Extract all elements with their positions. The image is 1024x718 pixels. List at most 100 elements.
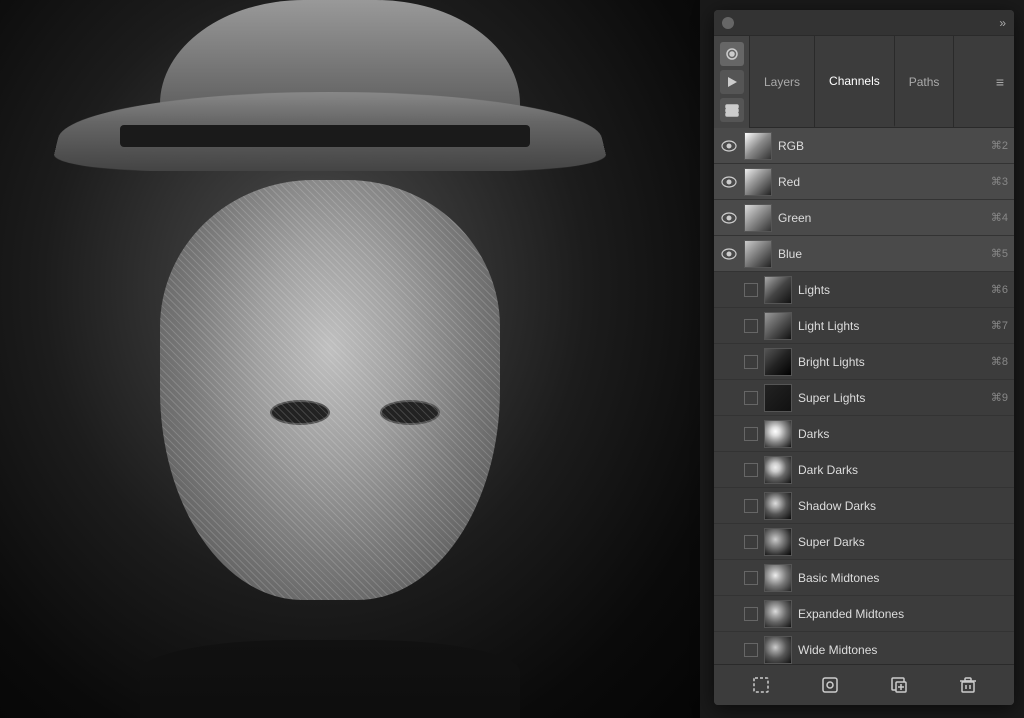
visibility-eye-super-lights[interactable] bbox=[720, 391, 738, 405]
layers-icon[interactable] bbox=[720, 98, 744, 122]
channel-label-red: Red bbox=[778, 175, 985, 189]
channel-row-bright-lights[interactable]: Bright Lights ⌘8 bbox=[714, 344, 1014, 380]
visibility-eye-light-lights[interactable] bbox=[720, 319, 738, 333]
channel-thumb-red bbox=[744, 168, 772, 196]
visibility-eye-basic-midtones[interactable] bbox=[720, 571, 738, 585]
channel-label-super-darks: Super Darks bbox=[798, 535, 1002, 549]
visibility-eye-green[interactable] bbox=[720, 211, 738, 225]
panel-header-row: Layers Channels Paths ≡ bbox=[714, 36, 1014, 128]
new-icon bbox=[890, 676, 908, 694]
channel-label-blue: Blue bbox=[778, 247, 985, 261]
visibility-eye-rgb[interactable] bbox=[720, 139, 738, 153]
channel-label-wide-midtones: Wide Midtones bbox=[798, 643, 1002, 657]
collapse-button[interactable]: » bbox=[999, 16, 1006, 30]
channels-panel: » bbox=[714, 10, 1014, 705]
channel-row-super-lights[interactable]: Super Lights⌘9 bbox=[714, 380, 1014, 416]
channel-checkbox-shadow-darks[interactable] bbox=[744, 499, 758, 513]
channel-thumb-expanded-midtones bbox=[764, 600, 792, 628]
eye-svg bbox=[721, 176, 737, 188]
channel-row-darks[interactable]: Darks bbox=[714, 416, 1014, 452]
channel-label-dark-darks: Dark Darks bbox=[798, 463, 1002, 477]
channel-thumb-lights bbox=[764, 276, 792, 304]
save-channel-button[interactable] bbox=[818, 673, 842, 697]
channel-row-blue[interactable]: Blue⌘5 bbox=[714, 236, 1014, 272]
channel-row-light-lights[interactable]: Light Lights ⌘7 bbox=[714, 308, 1014, 344]
visibility-eye-blue[interactable] bbox=[720, 247, 738, 261]
channel-row-basic-midtones[interactable]: Basic Midtones bbox=[714, 560, 1014, 596]
channel-thumb-basic-midtones bbox=[764, 564, 792, 592]
channel-label-bright-lights: Bright Lights bbox=[798, 355, 985, 369]
channel-row-lights[interactable]: Lights⌘6 bbox=[714, 272, 1014, 308]
visibility-eye-shadow-darks[interactable] bbox=[720, 499, 738, 513]
channel-shortcut-light-lights: ⌘7 bbox=[991, 319, 1008, 332]
channel-label-basic-midtones: Basic Midtones bbox=[798, 571, 1002, 585]
visibility-eye-darks[interactable] bbox=[720, 427, 738, 441]
eye-svg bbox=[721, 140, 737, 152]
channel-checkbox-basic-midtones[interactable] bbox=[744, 571, 758, 585]
channel-shortcut-bright-lights: ⌘8 bbox=[991, 355, 1008, 368]
channels-list: RGB ⌘2 Red ⌘3 Green ⌘4 Blue⌘5 Lights⌘6 Ligh… bbox=[714, 128, 1014, 664]
play-icon[interactable] bbox=[720, 70, 744, 94]
channel-checkbox-super-lights[interactable] bbox=[744, 391, 758, 405]
channel-label-expanded-midtones: Expanded Midtones bbox=[798, 607, 1002, 621]
channel-checkbox-wide-midtones[interactable] bbox=[744, 643, 758, 657]
eye-svg bbox=[721, 248, 737, 260]
channel-checkbox-light-lights[interactable] bbox=[744, 319, 758, 333]
panel-menu-button[interactable]: ≡ bbox=[986, 36, 1014, 127]
selection-icon bbox=[752, 676, 770, 694]
channel-shortcut-red: ⌘3 bbox=[991, 175, 1008, 188]
tabs-bar: Layers Channels Paths ≡ bbox=[750, 36, 1014, 128]
channel-label-green: Green bbox=[778, 211, 985, 225]
channel-thumb-dark-darks bbox=[764, 456, 792, 484]
new-channel-button[interactable] bbox=[887, 673, 911, 697]
channel-checkbox-dark-darks[interactable] bbox=[744, 463, 758, 477]
mask-icon[interactable] bbox=[720, 42, 744, 66]
channel-row-shadow-darks[interactable]: Shadow Darks bbox=[714, 488, 1014, 524]
channel-row-green[interactable]: Green ⌘4 bbox=[714, 200, 1014, 236]
channel-row-rgb[interactable]: RGB ⌘2 bbox=[714, 128, 1014, 164]
channel-label-darks: Darks bbox=[798, 427, 1002, 441]
visibility-eye-dark-darks[interactable] bbox=[720, 463, 738, 477]
selection-button[interactable] bbox=[749, 673, 773, 697]
mask-svg bbox=[724, 46, 740, 62]
hat-band bbox=[120, 125, 530, 147]
channel-row-wide-midtones[interactable]: Wide Midtones bbox=[714, 632, 1014, 664]
hatch-overlay bbox=[160, 180, 500, 600]
visibility-eye-expanded-midtones[interactable] bbox=[720, 607, 738, 621]
channel-label-rgb: RGB bbox=[778, 139, 985, 153]
photo-background bbox=[0, 0, 700, 718]
channel-thumb-super-darks bbox=[764, 528, 792, 556]
panel-titlebar: » bbox=[714, 10, 1014, 36]
portrait-figure bbox=[100, 80, 580, 660]
visibility-eye-super-darks[interactable] bbox=[720, 535, 738, 549]
channel-row-expanded-midtones[interactable]: Expanded Midtones bbox=[714, 596, 1014, 632]
channel-shortcut-rgb: ⌘2 bbox=[991, 139, 1008, 152]
layers-svg bbox=[724, 102, 740, 118]
visibility-eye-red[interactable] bbox=[720, 175, 738, 189]
channel-row-super-darks[interactable]: Super Darks bbox=[714, 524, 1014, 560]
channel-checkbox-bright-lights[interactable] bbox=[744, 355, 758, 369]
visibility-eye-wide-midtones[interactable] bbox=[720, 643, 738, 657]
tab-layers[interactable]: Layers bbox=[750, 36, 815, 127]
close-button[interactable] bbox=[722, 17, 734, 29]
channel-thumb-super-lights bbox=[764, 384, 792, 412]
channel-label-light-lights: Light Lights bbox=[798, 319, 985, 333]
body-shirt bbox=[140, 640, 520, 718]
tab-channels[interactable]: Channels bbox=[815, 36, 895, 127]
channel-thumb-light-lights bbox=[764, 312, 792, 340]
channel-checkbox-expanded-midtones[interactable] bbox=[744, 607, 758, 621]
visibility-eye-lights[interactable] bbox=[720, 283, 738, 297]
channel-thumb-darks bbox=[764, 420, 792, 448]
play-svg bbox=[724, 74, 740, 90]
channel-shortcut-green: ⌘4 bbox=[991, 211, 1008, 224]
channel-checkbox-super-darks[interactable] bbox=[744, 535, 758, 549]
visibility-eye-bright-lights[interactable] bbox=[720, 355, 738, 369]
channel-thumb-rgb bbox=[744, 132, 772, 160]
channel-checkbox-darks[interactable] bbox=[744, 427, 758, 441]
channel-row-dark-darks[interactable]: Dark Darks bbox=[714, 452, 1014, 488]
channel-checkbox-lights[interactable] bbox=[744, 283, 758, 297]
channel-row-red[interactable]: Red ⌘3 bbox=[714, 164, 1014, 200]
delete-channel-button[interactable] bbox=[956, 673, 980, 697]
eye-svg bbox=[721, 212, 737, 224]
tab-paths[interactable]: Paths bbox=[895, 36, 955, 127]
